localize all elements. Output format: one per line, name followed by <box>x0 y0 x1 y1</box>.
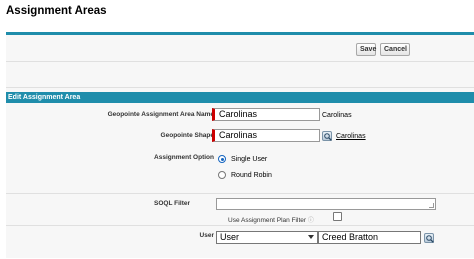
user-type-value: User <box>220 232 240 242</box>
radio-round-robin[interactable]: Round Robin <box>218 171 272 179</box>
magnifier-lookup-icon[interactable] <box>424 233 434 243</box>
radio-button[interactable] <box>218 171 226 179</box>
edit-panel: Save Cancel Edit Assignment Area Geopoin… <box>6 32 474 258</box>
divider <box>6 193 474 194</box>
plan-filter-checkbox[interactable] <box>333 212 342 221</box>
soql-filter-label: SOQL Filter <box>154 200 190 207</box>
divider <box>6 225 474 226</box>
radio-single-user[interactable]: Single User <box>218 155 267 163</box>
area-name-label: Geopointe Assignment Area Name <box>107 111 214 118</box>
save-button[interactable]: Save <box>356 43 376 56</box>
soql-filter-textarea[interactable] <box>216 198 436 210</box>
top-button-row: Save Cancel <box>6 35 474 61</box>
section-header: Edit Assignment Area <box>6 92 474 103</box>
divider <box>6 61 474 62</box>
plan-filter-label: Use Assignment Plan Filter ⓘ <box>228 217 314 224</box>
user-name-input[interactable]: Creed Bratton <box>318 231 421 244</box>
shape-link[interactable]: Carolinas <box>336 133 366 140</box>
area-name-preview: Carolinas <box>322 112 352 119</box>
assignment-option-label: Assignment Option <box>154 154 214 161</box>
chevron-down-icon <box>308 235 314 239</box>
cancel-button[interactable]: Cancel <box>380 43 410 56</box>
radio-label: Round Robin <box>231 171 272 179</box>
radio-label: Single User <box>231 155 268 163</box>
user-label: User <box>199 232 214 239</box>
resize-grip-icon[interactable] <box>429 203 434 208</box>
shape-label: Geopointe Shape <box>160 132 214 139</box>
area-name-input[interactable]: Carolinas <box>212 108 320 121</box>
info-icon: ⓘ <box>307 218 314 224</box>
shape-input[interactable]: Carolinas <box>212 129 320 142</box>
magnifier-lookup-icon[interactable] <box>322 131 332 141</box>
divider <box>6 87 474 88</box>
radio-button-checked[interactable] <box>218 155 226 163</box>
user-type-select[interactable]: User <box>216 231 318 244</box>
page-title: Assignment Areas <box>6 5 107 17</box>
